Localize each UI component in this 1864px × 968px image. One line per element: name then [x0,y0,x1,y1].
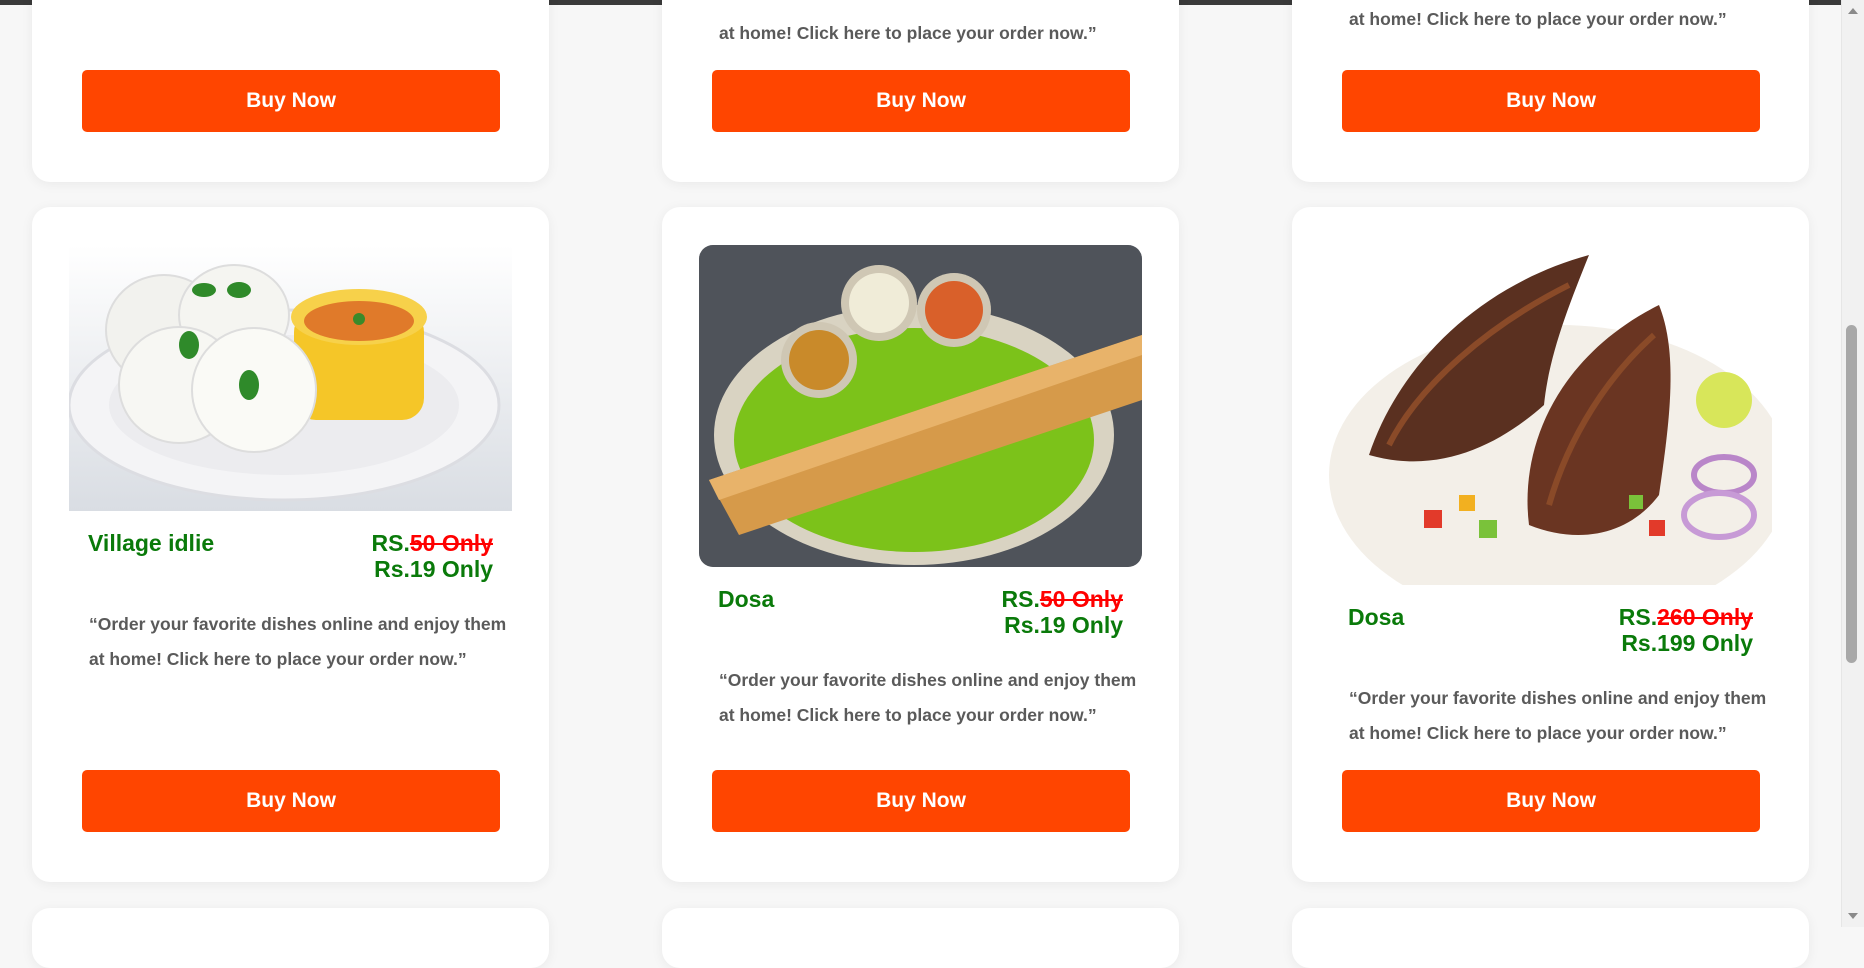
product-name: Village idlie [88,530,215,556]
buy-now-button[interactable]: Buy Now [82,770,500,832]
new-price: Rs.19 Only [374,556,493,582]
buy-now-button[interactable]: Buy Now [712,770,1130,832]
old-price-line: RS.50 Only [372,530,493,556]
product-card: Dosa RS.50 Only Rs.19 Only “Order your f… [662,207,1179,882]
product-card: at home! Click here to place your order … [662,0,1179,182]
new-price: Rs.19 Only [1004,612,1123,638]
product-card [1292,908,1809,968]
price-prefix: RS. [1618,604,1658,630]
old-price: 260 Only [1657,604,1753,630]
buy-now-button[interactable]: Buy Now [712,70,1130,132]
old-price: 50 Only [409,530,493,556]
old-price: 50 Only [1039,586,1123,612]
dosa-plate-image[interactable] [699,245,1142,567]
product-card [32,908,549,968]
price-prefix: RS. [1001,586,1040,612]
product-name: Dosa [718,586,775,612]
idli-plate-image[interactable] [69,245,512,511]
product-name: Dosa [1348,604,1405,630]
product-price: RS.50 Only Rs.19 Only [1002,586,1123,638]
price-prefix: RS. [371,530,410,556]
buy-now-button[interactable]: Buy Now [1342,770,1760,832]
product-card: Village idlie RS.50 Only Rs.19 Only “Ord… [32,207,549,882]
buy-now-button[interactable]: Buy Now [1342,70,1760,132]
scrollbar[interactable] [1841,0,1864,927]
scrollbar-thumb[interactable] [1846,325,1857,663]
product-description: “Order your favorite dishes online and e… [89,614,507,669]
old-price-line: RS.50 Only [1002,586,1123,612]
product-card [662,908,1179,968]
product-card: Buy Now [32,0,549,182]
product-card: Dosa RS.260 Only Rs.199 Only “Order your… [1292,207,1809,882]
buy-now-button[interactable]: Buy Now [82,70,500,132]
scroll-down-arrow-icon[interactable] [1848,913,1858,919]
product-description: “Order your favorite dishes online and e… [1349,688,1767,743]
scroll-up-arrow-icon[interactable] [1848,8,1858,14]
new-price: Rs.199 Only [1621,630,1753,656]
product-price: RS.50 Only Rs.19 Only [372,530,493,582]
product-description: at home! Click here to place your order … [1349,9,1727,29]
product-card: at home! Click here to place your order … [1292,0,1809,182]
fish-fry-image[interactable] [1329,245,1772,585]
old-price-line: RS.260 Only [1619,604,1753,630]
product-description: “Order your favorite dishes online and e… [719,670,1137,725]
product-description: at home! Click here to place your order … [719,23,1097,43]
product-price: RS.260 Only Rs.199 Only [1619,604,1753,656]
